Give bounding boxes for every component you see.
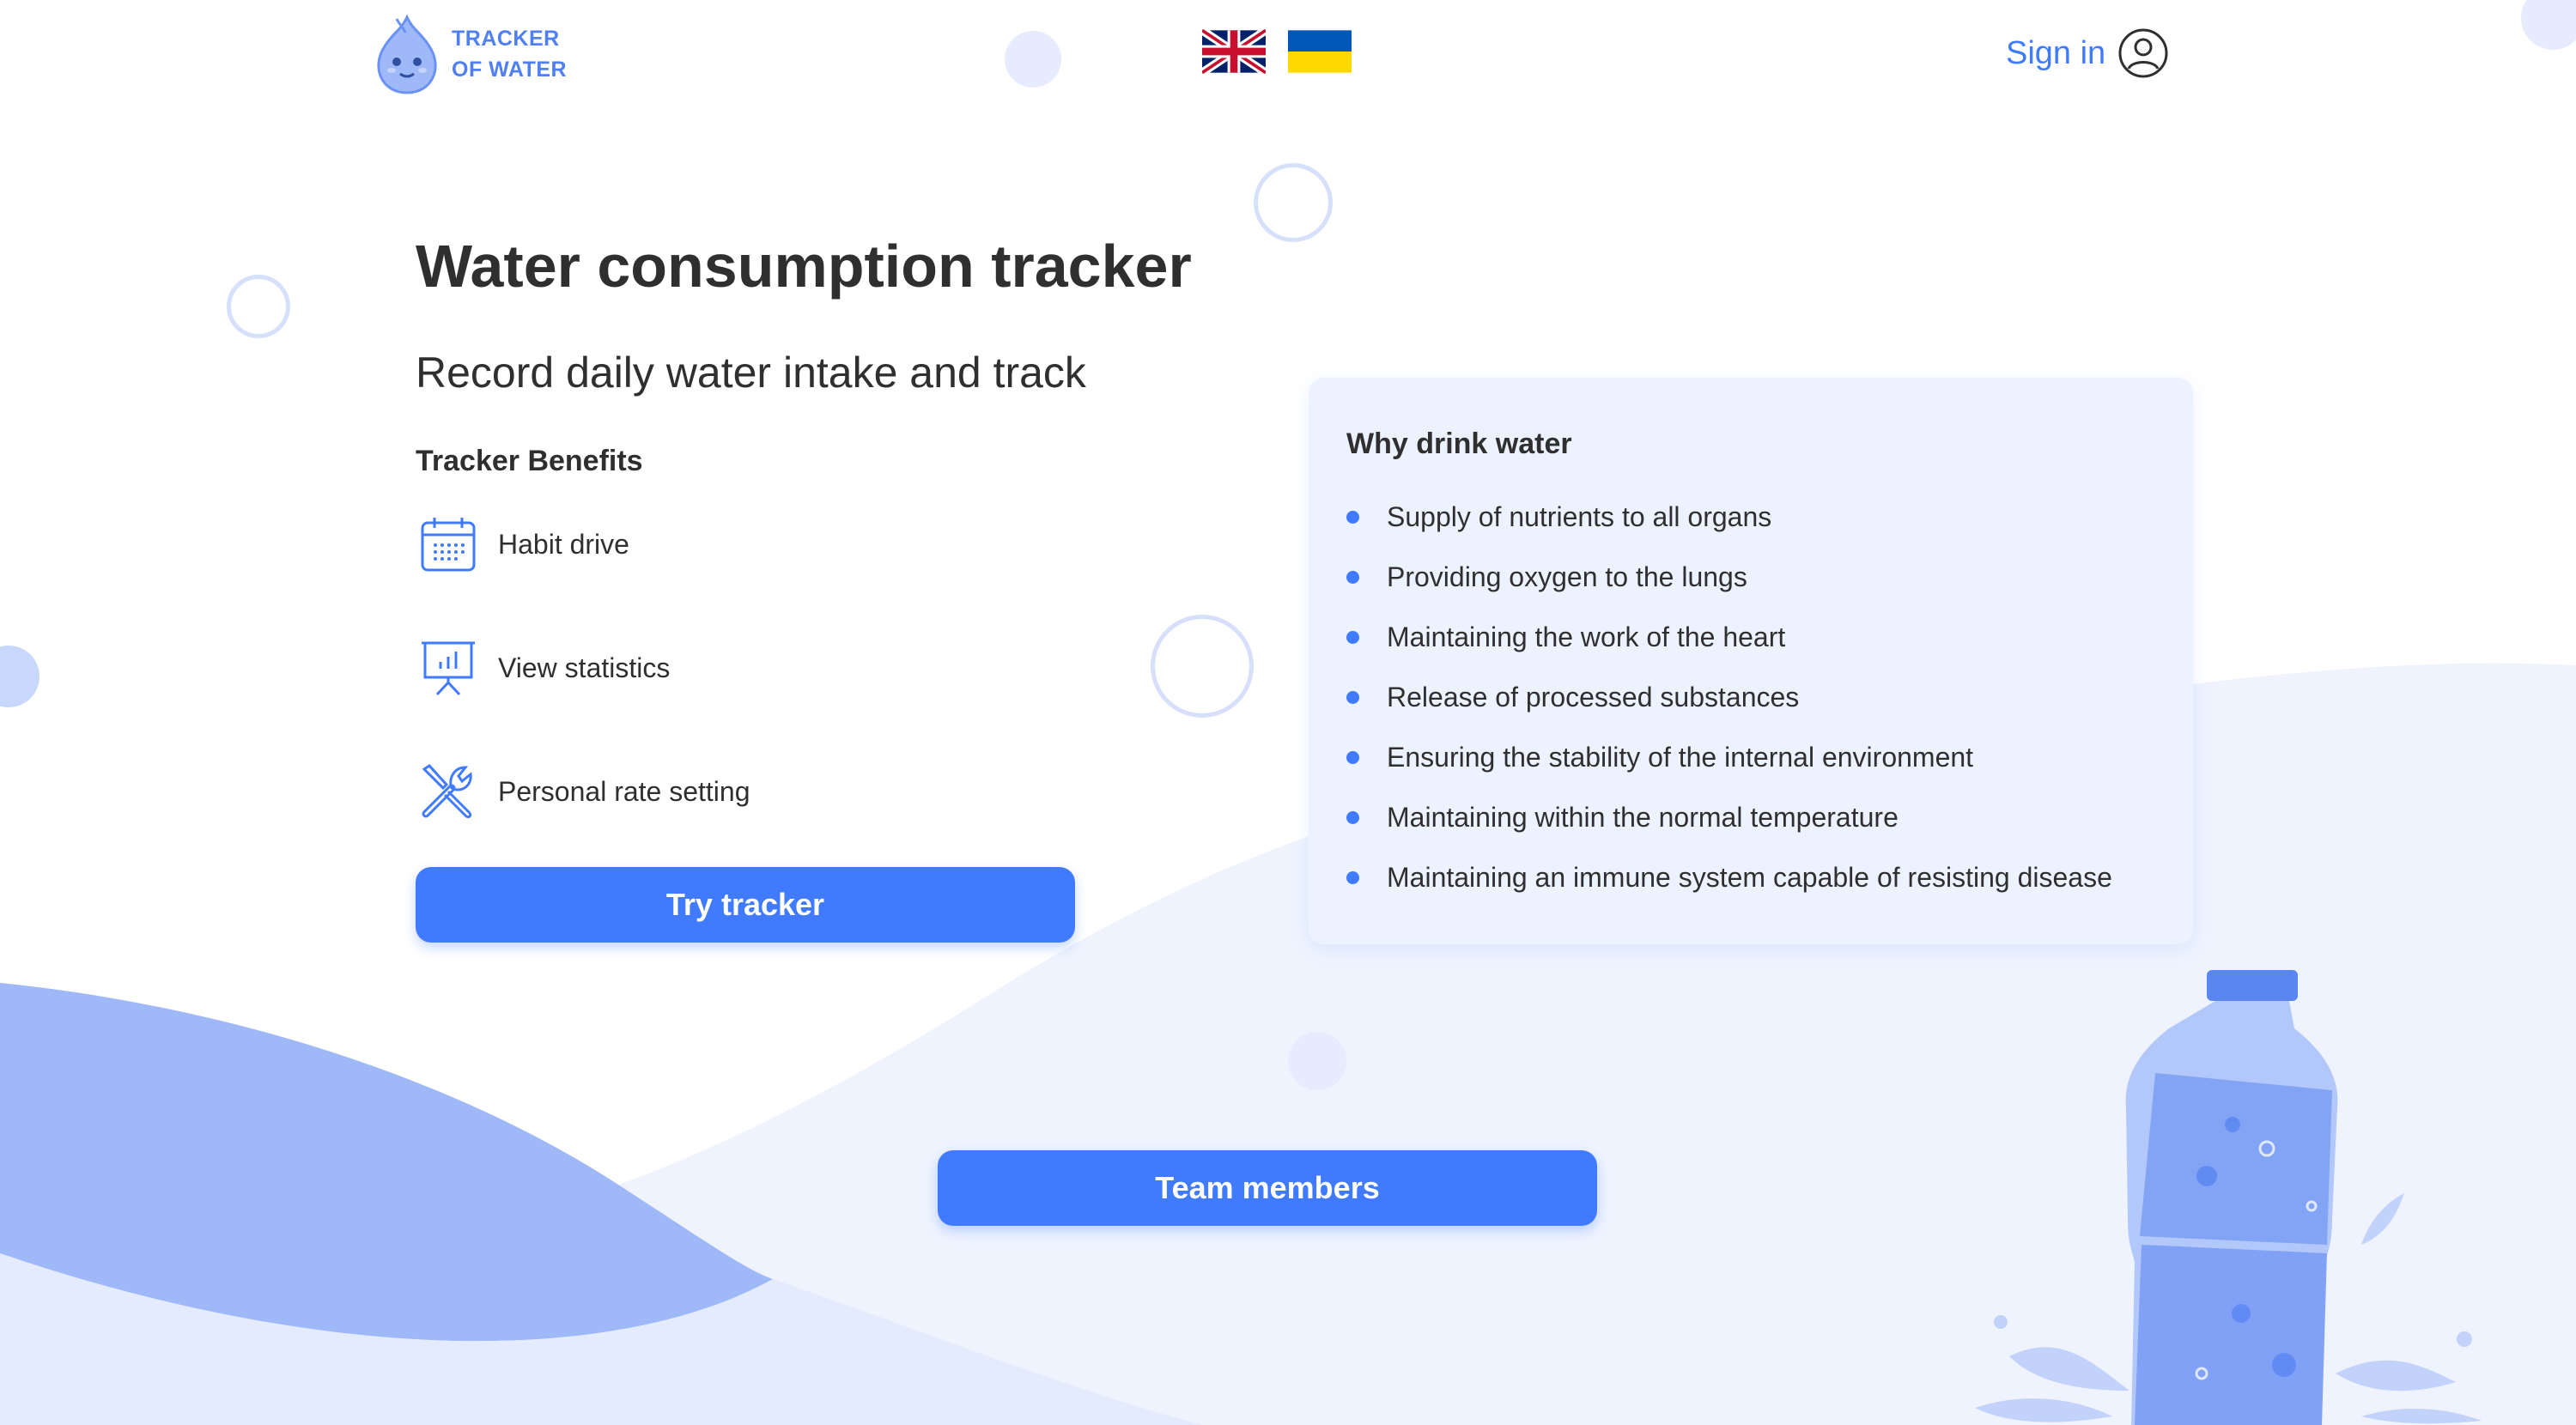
benefits-heading: Tracker Benefits: [416, 445, 643, 477]
list-item-text: Maintaining within the normal temperatur…: [1387, 801, 1899, 833]
bubble-decor: [227, 275, 290, 338]
dark-wave: [0, 983, 773, 1342]
list-item-text: Maintaining the work of the heart: [1387, 621, 1786, 652]
logo-text-line1: TRACKER: [452, 27, 560, 51]
water-bottle-illustration: [1975, 970, 2482, 1425]
list-item: Providing oxygen to the lungs: [1346, 547, 2155, 607]
bullet-icon: [1346, 750, 1359, 764]
page-subtitle: Record daily water intake and track: [416, 349, 1086, 397]
sign-in-button[interactable]: Sign in: [2006, 27, 2169, 79]
sign-in-label: Sign in: [2006, 35, 2106, 71]
bullet-icon: [1346, 570, 1359, 584]
user-icon: [2118, 28, 2168, 78]
list-item-text: Maintaining an immune system capable of …: [1387, 861, 2112, 893]
presentation-chart-icon: [416, 635, 481, 700]
bubble-decor: [1254, 163, 1333, 242]
list-item: Ensuring the stability of the internal e…: [1346, 727, 2155, 787]
list-item: Maintaining the work of the heart: [1346, 607, 2155, 667]
benefit-label: Personal rate setting: [498, 775, 750, 807]
list-item: Maintaining an immune system capable of …: [1346, 847, 2155, 907]
bullet-icon: [1346, 870, 1359, 884]
why-drink-water-card: Why drink water Supply of nutrients to a…: [1309, 378, 2193, 944]
bubble-decor: [1288, 1032, 1346, 1090]
tools-icon: [416, 759, 481, 824]
team-members-button[interactable]: Team members: [938, 1150, 1597, 1226]
list-item-text: Supply of nutrients to all organs: [1387, 500, 1772, 532]
benefit-label: View statistics: [498, 652, 671, 683]
uk-flag-icon[interactable]: [1202, 29, 1266, 74]
bubble-decor: [1151, 615, 1254, 718]
list-item-text: Providing oxygen to the lungs: [1387, 561, 1747, 592]
benefit-item-statistics: View statistics: [416, 635, 670, 700]
list-item-text: Ensuring the stability of the internal e…: [1387, 741, 1974, 773]
water-drop-mascot-icon: [377, 14, 437, 94]
page-title: Water consumption tracker: [416, 233, 1192, 300]
bullet-icon: [1346, 810, 1359, 824]
list-item: Release of processed substances: [1346, 667, 2155, 727]
calendar-icon: [416, 512, 481, 577]
bullet-icon: [1346, 690, 1359, 704]
list-item: Maintaining within the normal temperatur…: [1346, 787, 2155, 847]
try-tracker-button[interactable]: Try tracker: [416, 867, 1075, 943]
benefit-item-habit: Habit drive: [416, 512, 629, 577]
list-item-text: Release of processed substances: [1387, 681, 1800, 712]
card-title: Why drink water: [1346, 428, 1572, 460]
logo-text-line2: OF WATER: [452, 58, 568, 82]
list-item: Supply of nutrients to all organs: [1346, 487, 2155, 547]
ukraine-flag-icon[interactable]: [1288, 29, 1352, 74]
benefit-label: Habit drive: [498, 528, 629, 560]
benefit-item-rate: Personal rate setting: [416, 759, 750, 824]
benefits-list: Supply of nutrients to all organs Provid…: [1346, 487, 2155, 907]
bubble-decor: [1005, 31, 1061, 88]
bullet-icon: [1346, 630, 1359, 644]
bullet-icon: [1346, 510, 1359, 524]
logo[interactable]: TRACKER OF WATER: [371, 12, 567, 96]
